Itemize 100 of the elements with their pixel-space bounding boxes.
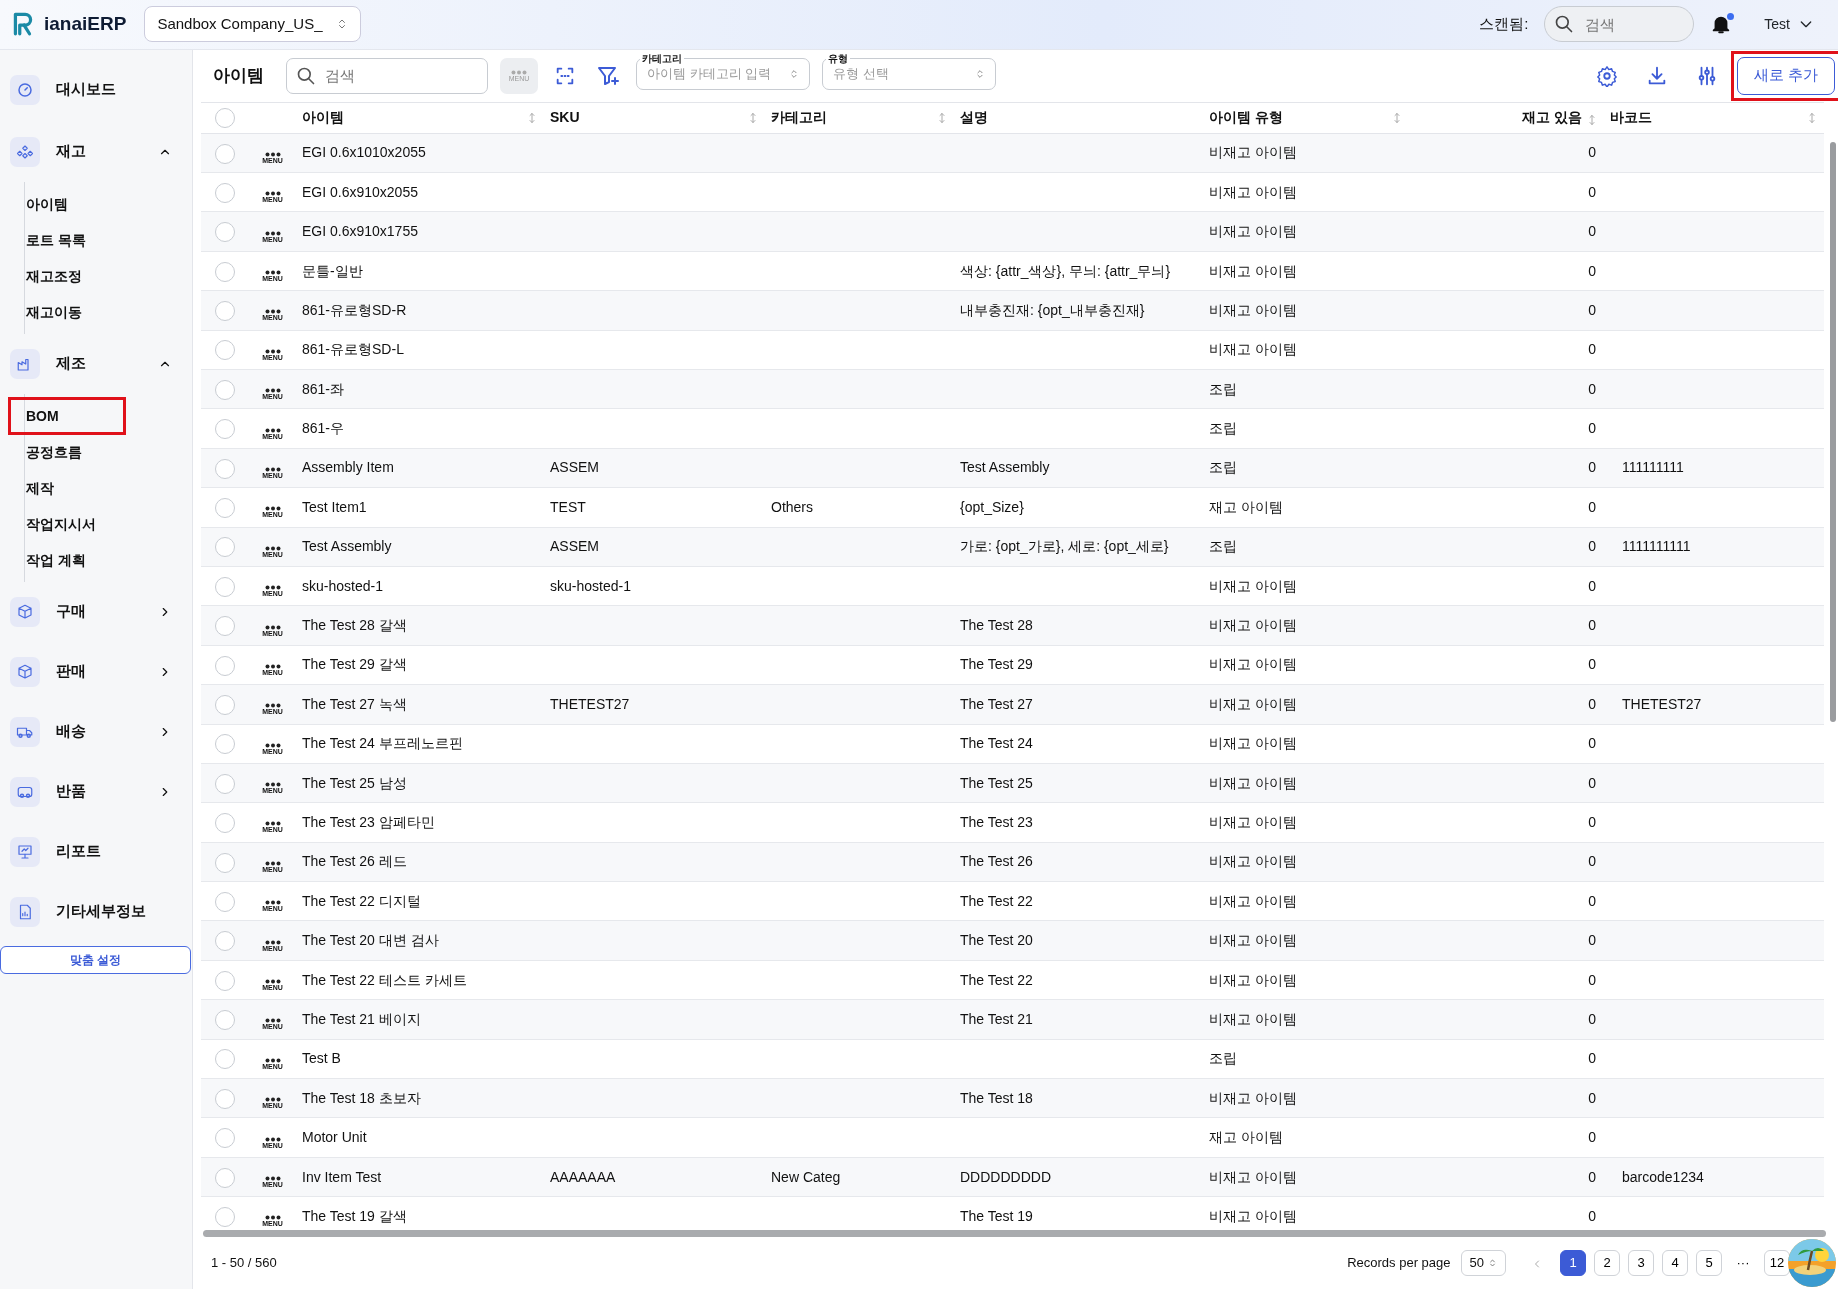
column-header[interactable]: 설명 — [960, 109, 988, 126]
sidebar-item[interactable]: 기타세부정보 — [0, 881, 192, 942]
page-button[interactable]: 3 — [1628, 1250, 1654, 1276]
table-cell: The Test 22 — [960, 971, 1033, 988]
row-checkbox[interactable] — [215, 655, 235, 676]
table-cell: 0 — [1588, 301, 1596, 318]
company-select[interactable]: Sandbox Company_US_ — [144, 6, 362, 43]
sort-icon[interactable] — [1806, 111, 1818, 126]
sidebar-subitem[interactable]: BOM — [9, 397, 125, 434]
column-header[interactable]: 아이템 유형 — [1209, 109, 1283, 126]
page-button[interactable]: 4 — [1662, 1250, 1688, 1276]
row-checkbox[interactable] — [215, 1010, 235, 1031]
sidebar-subitem[interactable]: 작업 계획 — [9, 541, 192, 578]
row-checkbox[interactable] — [215, 891, 235, 912]
page-button[interactable]: 12 — [1764, 1250, 1790, 1276]
table-cell: THETEST27 — [550, 695, 630, 712]
sidebar-item[interactable]: 판매 — [0, 641, 192, 702]
row-checkbox[interactable] — [215, 576, 235, 597]
row-checkbox[interactable] — [215, 1207, 235, 1228]
table-cell: Test Assembly — [302, 538, 392, 555]
sidebar-subitem[interactable]: 아이템 — [9, 185, 192, 222]
dots-icon — [511, 69, 527, 75]
vertical-scrollbar[interactable] — [1830, 141, 1836, 722]
table-cell: The Test 19 — [960, 1207, 1033, 1224]
sidebar-item[interactable]: 배송 — [0, 701, 192, 762]
table-cell: 0 — [1588, 814, 1596, 830]
add-new-button[interactable]: 새로 추가 — [1737, 56, 1835, 95]
column-header[interactable]: 재고 있음 — [1522, 109, 1582, 126]
row-checkbox[interactable] — [215, 537, 235, 558]
select-all-checkbox[interactable] — [215, 108, 235, 129]
dots-icon — [264, 860, 281, 866]
row-checkbox[interactable] — [215, 931, 235, 952]
column-header[interactable]: 카테고리 — [771, 109, 827, 126]
table-cell: 0 — [1588, 498, 1596, 515]
row-checkbox[interactable] — [215, 1088, 235, 1109]
row-checkbox[interactable] — [215, 970, 235, 991]
sort-icon[interactable] — [526, 111, 538, 126]
sidebar-subitem[interactable]: 작업지시서 — [9, 505, 192, 542]
row-checkbox[interactable] — [215, 301, 235, 322]
sidebar-item[interactable]: 반품 — [0, 761, 192, 822]
page-button[interactable]: 1 — [1560, 1250, 1586, 1276]
table-cell: The Test 22 테스트 카세트 — [302, 971, 467, 988]
table-cell: The Test 22 디지털 — [302, 892, 421, 909]
row-checkbox[interactable] — [215, 498, 235, 518]
page-button[interactable]: 5 — [1696, 1250, 1722, 1276]
sidebar-item[interactable]: 구매 — [0, 581, 192, 642]
page-button[interactable]: 2 — [1594, 1250, 1620, 1276]
table-cell: 비재고 아이템 — [1209, 695, 1297, 712]
row-checkbox[interactable] — [215, 182, 235, 203]
search-field[interactable]: 검색 — [286, 57, 488, 94]
sort-icon[interactable] — [936, 111, 948, 126]
sidebar-item[interactable]: 제조 — [0, 333, 192, 394]
table-cell: 가로: {opt_가로}, 세로: {opt_세로} — [960, 538, 1169, 555]
sort-icon[interactable] — [747, 111, 759, 126]
column-header[interactable]: 아이템 — [302, 109, 344, 126]
row-checkbox[interactable] — [215, 419, 235, 440]
scan-search-field[interactable]: 검색 — [1544, 6, 1695, 43]
row-checkbox[interactable] — [215, 1049, 235, 1070]
table-cell: The Test 26 레드 — [302, 853, 407, 870]
horizontal-scrollbar[interactable] — [203, 1230, 1826, 1237]
sidebar-subitem[interactable]: 제작 — [9, 469, 192, 506]
row-checkbox[interactable] — [215, 852, 235, 873]
download-icon[interactable] — [1646, 64, 1668, 87]
row-checkbox[interactable] — [215, 813, 235, 834]
row-checkbox[interactable] — [215, 734, 235, 755]
updown-icon — [789, 67, 799, 80]
sidebar-item[interactable]: 리포트 — [0, 821, 192, 882]
table-cell: 0 — [1588, 892, 1596, 909]
table-cell: 조립 — [1209, 538, 1237, 555]
settings-icon[interactable] — [1596, 64, 1618, 87]
sidebar-item[interactable]: 대시보드 — [0, 57, 192, 122]
sidebar-item[interactable]: 재고 — [0, 121, 192, 182]
user-menu[interactable]: Test — [1756, 9, 1822, 39]
sidebar-subitem[interactable]: 로트 목록 — [9, 221, 192, 258]
row-checkbox[interactable] — [215, 261, 235, 282]
row-checkbox[interactable] — [215, 1128, 235, 1149]
sort-icon[interactable] — [1586, 113, 1598, 128]
table-cell: The Test 26 — [960, 853, 1033, 870]
sliders-icon[interactable] — [1696, 64, 1718, 87]
per-page-select[interactable]: 50 — [1460, 1250, 1506, 1276]
row-checkbox[interactable] — [215, 1167, 235, 1188]
table-cell: The Test 29 — [960, 656, 1033, 673]
custom-settings-button[interactable]: 맞춤 설정 — [0, 945, 191, 974]
table-cell: The Test 23 암페타민 — [302, 814, 435, 830]
row-checkbox[interactable] — [215, 458, 235, 479]
sidebar-subitem[interactable]: 재고이동 — [9, 293, 192, 330]
row-checkbox[interactable] — [215, 694, 235, 715]
column-header[interactable]: SKU — [550, 109, 580, 126]
column-header[interactable]: 바코드 — [1610, 109, 1652, 126]
row-checkbox[interactable] — [215, 773, 235, 794]
sidebar-subitem[interactable]: 재고조정 — [9, 257, 192, 294]
row-checkbox[interactable] — [215, 222, 235, 243]
sort-icon[interactable] — [1391, 111, 1403, 126]
row-checkbox[interactable] — [215, 616, 235, 637]
row-checkbox[interactable] — [215, 379, 235, 400]
sidebar-subitem[interactable]: 공정흐름 — [9, 433, 192, 470]
row-checkbox[interactable] — [215, 340, 235, 361]
table-cell: 비재고 아이템 — [1209, 262, 1297, 279]
sidebar-icon — [16, 80, 34, 99]
row-checkbox[interactable] — [215, 143, 235, 164]
